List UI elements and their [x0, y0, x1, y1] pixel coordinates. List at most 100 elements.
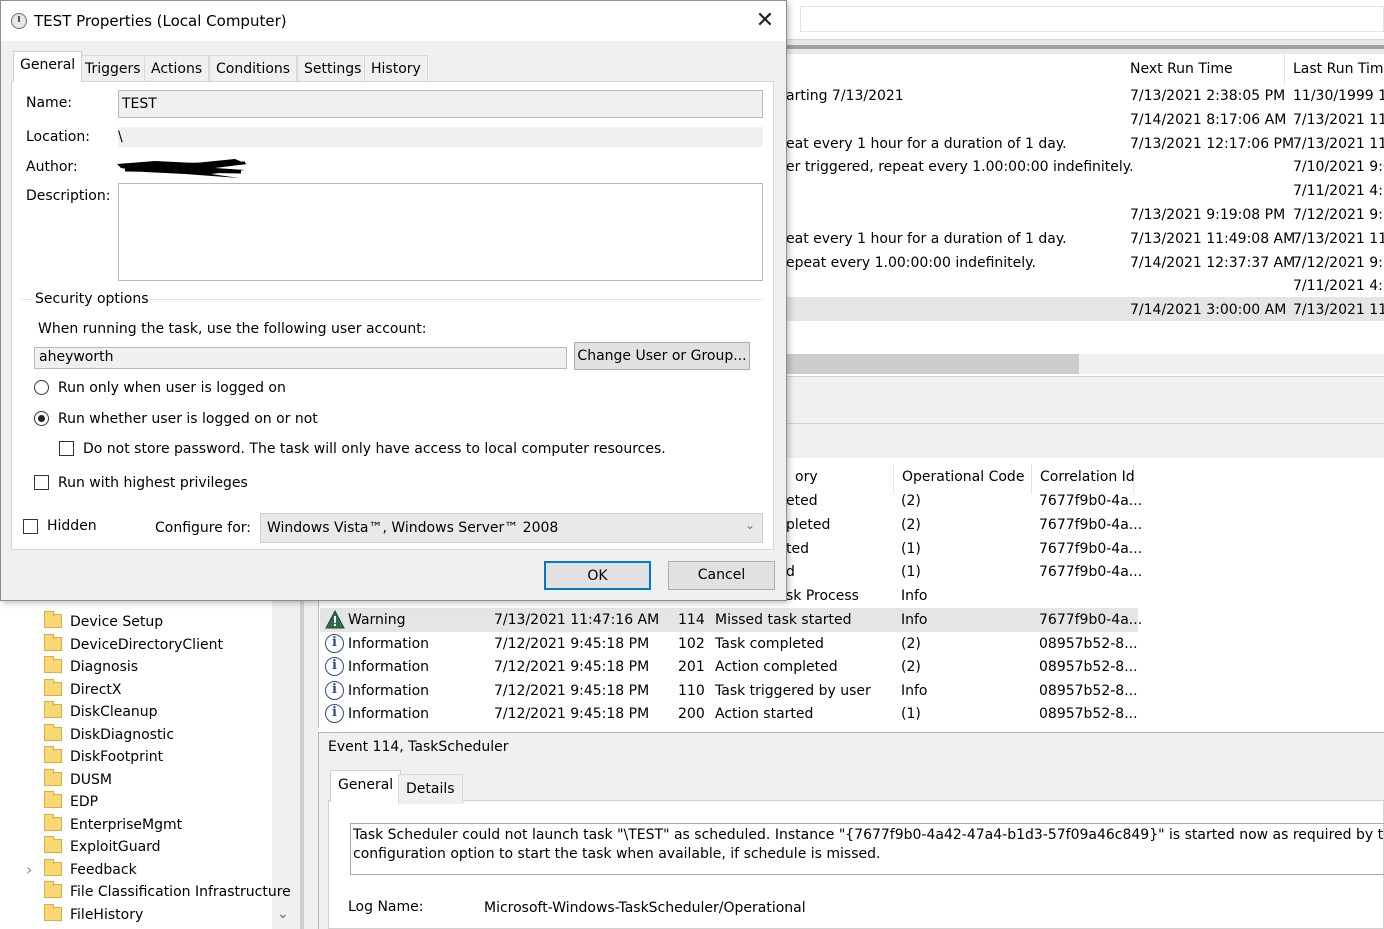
tree-item[interactable]: ExploitGuard [44, 836, 274, 859]
tab-history[interactable]: History [364, 55, 428, 82]
cancel-button[interactable]: Cancel [668, 561, 775, 590]
task-trigger-text: arting 7/13/2021 [786, 88, 904, 104]
location-label: Location: [26, 129, 90, 145]
security-options-label: Security options [34, 291, 150, 307]
tree-scrollbar[interactable]: ⌄ [272, 598, 296, 929]
folder-icon [44, 858, 62, 876]
tree-item[interactable]: Feedback [44, 858, 274, 882]
history-category: d [786, 564, 795, 581]
history-level: Information [348, 682, 430, 699]
tree-item-label: DirectX [70, 681, 122, 698]
tab-actions[interactable]: Actions [144, 55, 210, 82]
task-list: Next Run Time Last Run Time arting 7/13/… [786, 54, 1384, 376]
tree-item[interactable]: EnterpriseMgmt [44, 813, 274, 837]
history-correlation: 7677f9b0-4a... [1039, 493, 1143, 509]
task-next-run: 7/14/2021 8:17:06 AM [1130, 111, 1287, 128]
highest-privileges-label[interactable]: Run with highest privileges [58, 475, 248, 491]
log-name-label: Log Name: [348, 899, 424, 915]
tree-item[interactable]: DiskDiagnostic [44, 723, 274, 747]
folder-icon [44, 701, 62, 718]
history-correlation: 08957b52-8... [1039, 682, 1138, 699]
tree-item[interactable]: DeviceDirectoryClient [44, 633, 274, 657]
history-category: Task triggered by user [715, 682, 871, 699]
tree-item[interactable]: File Classification Infrastructure [44, 881, 291, 904]
radio-logged-on[interactable] [34, 380, 49, 395]
pane-splitter-line [300, 598, 304, 929]
tree-item[interactable]: EDP [44, 791, 274, 814]
tree-item-label: FileHistory [70, 906, 144, 923]
tree-item[interactable]: Device Setup [44, 611, 274, 634]
history-opcode: (2) [901, 493, 921, 509]
history-opcode: (2) [901, 635, 921, 652]
hidden-label[interactable]: Hidden [47, 518, 97, 534]
name-field[interactable]: TEST [118, 90, 763, 118]
log-name-value: Microsoft-Windows-TaskScheduler/Operatio… [484, 900, 806, 916]
no-store-password-checkbox[interactable] [59, 441, 74, 456]
name-label: Name: [26, 95, 73, 111]
folder-icon [44, 678, 62, 696]
bg-splitter[interactable] [786, 40, 1384, 54]
tab-conditions[interactable]: Conditions [209, 55, 298, 82]
folder-icon [44, 746, 62, 763]
history-category: Task completed [715, 635, 824, 652]
radio-logged-on-label[interactable]: Run only when user is logged on [58, 380, 286, 396]
history-correlation: 7677f9b0-4a... [1039, 564, 1143, 581]
highest-privileges-checkbox[interactable] [34, 475, 49, 490]
tree-item[interactable]: FileHistory [44, 903, 274, 927]
tree-item-label: Device Setup [70, 614, 164, 630]
history-category: Action completed [715, 659, 838, 676]
tree-item[interactable]: DiskCleanup [44, 701, 274, 724]
task-next-run: 7/13/2021 2:38:05 PM [1130, 88, 1286, 104]
history-level: Information [348, 635, 430, 652]
no-store-password-label[interactable]: Do not store password. The task will onl… [83, 441, 666, 457]
chevron-down-icon[interactable]: ⌄ [745, 518, 755, 532]
column-header-next-run[interactable]: Next Run Time [1122, 54, 1285, 84]
column-header-last-run[interactable]: Last Run Time [1285, 54, 1384, 84]
task-last-run: 7/12/2021 9:18 [1293, 254, 1384, 271]
history-opcode: (2) [901, 516, 921, 533]
tab-general[interactable]: General [13, 51, 83, 82]
task-next-run: 7/13/2021 9:19:08 PM [1130, 207, 1286, 223]
task-next-run: 7/14/2021 3:00:00 AM [1130, 302, 1287, 319]
event-tab-details[interactable]: Details [398, 774, 463, 804]
change-user-button[interactable]: Change User or Group... [574, 342, 750, 370]
folder-icon [44, 836, 62, 853]
tab-triggers[interactable]: Triggers [78, 55, 148, 82]
tree-item[interactable]: DirectX [44, 678, 274, 702]
ok-button[interactable]: OK [544, 561, 651, 590]
task-last-run: 7/10/2021 9:05 [1293, 159, 1384, 176]
folder-icon [44, 881, 62, 898]
history-correlation: 7677f9b0-4a... [1039, 516, 1143, 533]
task-list-hscroll-thumb[interactable] [786, 354, 1079, 374]
close-button[interactable]: ✕ [745, 5, 785, 37]
description-field[interactable] [118, 183, 763, 281]
history-date: 7/12/2021 9:45:18 PM [494, 682, 650, 699]
radio-whether-logged-on[interactable] [34, 411, 49, 426]
task-trigger-text: epeat every 1.00:00:00 indefinitely. [786, 254, 1036, 271]
history-opcode: (1) [901, 706, 921, 723]
history-event-id: 200 [678, 706, 705, 723]
tree-item[interactable]: DUSM [44, 768, 274, 792]
history-category: pleted [786, 516, 831, 533]
history-event-id: 102 [678, 635, 705, 652]
folder-icon [44, 813, 62, 831]
warning-icon [325, 609, 345, 629]
event-tab-general[interactable]: General [330, 770, 402, 802]
event-message[interactable]: Task Scheduler could not launch task "\T… [350, 823, 1384, 875]
hidden-checkbox[interactable] [23, 519, 38, 534]
tree-item-label: File Classification Infrastructure [70, 884, 291, 900]
tree-item[interactable]: DiskFootprint [44, 746, 274, 769]
task-trigger-text: eat every 1 hour for a duration of 1 day… [786, 230, 1067, 247]
task-last-run: 7/12/2021 9:19 [1293, 207, 1384, 223]
scroll-down-icon[interactable]: ⌄ [277, 906, 289, 922]
expand-arrow-icon[interactable]: › [26, 860, 32, 879]
tab-settings[interactable]: Settings [297, 55, 369, 82]
folder-icon [44, 656, 62, 673]
tree-item[interactable]: Diagnosis [44, 656, 274, 679]
configure-for-select[interactable]: Windows Vista™, Windows Server™ 2008 [260, 513, 763, 543]
account-prompt: When running the task, use the following… [38, 321, 427, 337]
history-category: ted [786, 540, 809, 557]
history-event-id: 201 [678, 659, 705, 676]
radio-whether-logged-on-label[interactable]: Run whether user is logged on or not [58, 411, 318, 427]
task-last-run: 7/11/2021 4:18 [1293, 183, 1384, 200]
